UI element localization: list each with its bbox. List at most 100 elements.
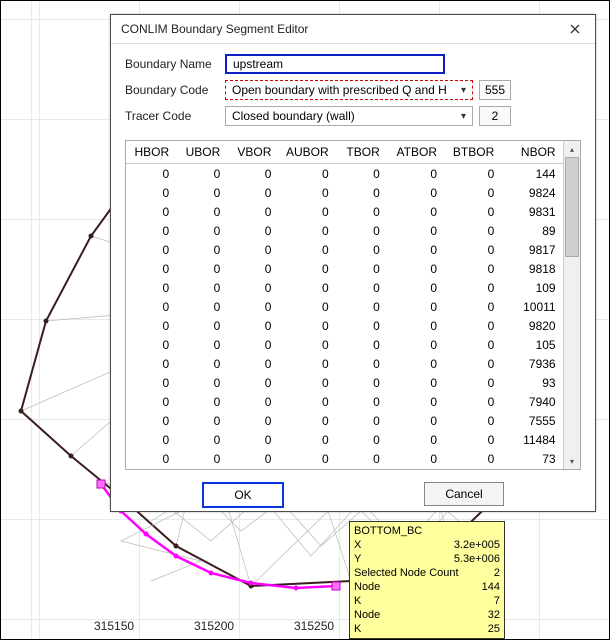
cell: 0: [388, 240, 445, 259]
tracer-code-select[interactable]: Closed boundary (wall) ▾: [225, 106, 473, 126]
selected-node-marker-1[interactable]: [97, 480, 105, 488]
cell: 0: [228, 316, 279, 335]
cell: 0: [337, 335, 388, 354]
cell: 0: [279, 202, 336, 221]
cell: 0: [388, 354, 445, 373]
cell: 9817: [502, 240, 563, 259]
cell: 0: [177, 354, 228, 373]
cell: 0: [177, 373, 228, 392]
table-row[interactable]: 000000073: [126, 449, 580, 468]
column-header[interactable]: TBOR: [337, 141, 388, 164]
cell: 0: [126, 221, 177, 240]
table-row[interactable]: 00000007555: [126, 411, 580, 430]
cell: 0: [337, 430, 388, 449]
cell: 11481: [502, 468, 563, 469]
cell: 0: [388, 221, 445, 240]
cell: 0: [279, 354, 336, 373]
info-row: K25: [354, 622, 500, 636]
cell: 0: [445, 468, 502, 469]
column-header[interactable]: UBOR: [177, 141, 228, 164]
column-header[interactable]: HBOR: [126, 141, 177, 164]
cell: 0: [279, 164, 336, 184]
cell: 10011: [502, 297, 563, 316]
boundary-code-select[interactable]: Open boundary with prescribed Q and H ▾: [225, 80, 473, 100]
cell: 0: [337, 259, 388, 278]
titlebar[interactable]: CONLIM Boundary Segment Editor: [111, 15, 595, 44]
cell: 0: [445, 354, 502, 373]
node-info-tooltip: BOTTOM_BC X3.2e+005Y5.3e+006Selected Nod…: [349, 521, 505, 639]
table-row[interactable]: 000000010011: [126, 297, 580, 316]
cell: 0: [337, 297, 388, 316]
table-row[interactable]: 00000009817: [126, 240, 580, 259]
cell: 9824: [502, 183, 563, 202]
scroll-thumb[interactable]: [565, 157, 579, 257]
chevron-down-icon: ▾: [461, 111, 466, 122]
table-row[interactable]: 000000011481: [126, 468, 580, 469]
cell: 0: [279, 373, 336, 392]
cell: 0: [126, 449, 177, 468]
cancel-button[interactable]: Cancel: [424, 482, 504, 506]
table-row[interactable]: 000000093: [126, 373, 580, 392]
cell: 0: [279, 183, 336, 202]
column-header[interactable]: ATBOR: [388, 141, 445, 164]
column-header[interactable]: NBOR: [502, 141, 563, 164]
ok-button[interactable]: OK: [202, 482, 284, 508]
cell: 0: [445, 449, 502, 468]
selected-node-marker-2[interactable]: [332, 582, 340, 590]
cell: 0: [445, 373, 502, 392]
cell: 89: [502, 221, 563, 240]
cell: 0: [126, 335, 177, 354]
boundary-name-input[interactable]: [225, 54, 445, 74]
cell: 0: [228, 297, 279, 316]
cell: 0: [177, 202, 228, 221]
cell: 0: [337, 202, 388, 221]
column-header[interactable]: AUBOR: [279, 141, 336, 164]
cell: 0: [337, 221, 388, 240]
column-header[interactable]: BTBOR: [445, 141, 502, 164]
cell: 0: [228, 449, 279, 468]
boundary-name-label: Boundary Name: [125, 57, 219, 71]
cell: 0: [388, 411, 445, 430]
cell: 9820: [502, 316, 563, 335]
cell: 0: [279, 240, 336, 259]
cell: 0: [177, 278, 228, 297]
cell: 0: [177, 259, 228, 278]
table-row[interactable]: 00000007936: [126, 354, 580, 373]
cell: 0: [279, 468, 336, 469]
table-row[interactable]: 00000009824: [126, 183, 580, 202]
cell: 0: [228, 202, 279, 221]
cell: 0: [228, 468, 279, 469]
cell: 0: [126, 240, 177, 259]
table-row[interactable]: 00000009820: [126, 316, 580, 335]
table-row[interactable]: 00000009831: [126, 202, 580, 221]
table-row[interactable]: 00000009818: [126, 259, 580, 278]
cell: 0: [228, 335, 279, 354]
scroll-down-icon[interactable]: ▾: [564, 453, 580, 469]
scrollbar[interactable]: ▴ ▾: [563, 141, 580, 469]
dialog-buttons: OK Cancel: [111, 476, 595, 518]
cell: 0: [337, 449, 388, 468]
cell: 7555: [502, 411, 563, 430]
table-row[interactable]: 000000011484: [126, 430, 580, 449]
cell: 0: [126, 259, 177, 278]
axis-tick-3: 315250: [294, 619, 334, 633]
table-row[interactable]: 0000000105: [126, 335, 580, 354]
cell: 0: [445, 221, 502, 240]
cell: 0: [177, 449, 228, 468]
cell: 0: [445, 335, 502, 354]
cell: 0: [126, 411, 177, 430]
cell: 105: [502, 335, 563, 354]
table-row[interactable]: 0000000144: [126, 164, 580, 184]
column-header[interactable]: VBOR: [228, 141, 279, 164]
cell: 0: [388, 430, 445, 449]
table-row[interactable]: 00000007940: [126, 392, 580, 411]
cell: 0: [126, 373, 177, 392]
cell: 0: [126, 468, 177, 469]
close-icon[interactable]: [561, 19, 589, 39]
table-row[interactable]: 0000000109: [126, 278, 580, 297]
cell: 7940: [502, 392, 563, 411]
cell: 0: [279, 335, 336, 354]
cell: 0: [228, 259, 279, 278]
table-row[interactable]: 000000089: [126, 221, 580, 240]
scroll-up-icon[interactable]: ▴: [564, 141, 580, 157]
